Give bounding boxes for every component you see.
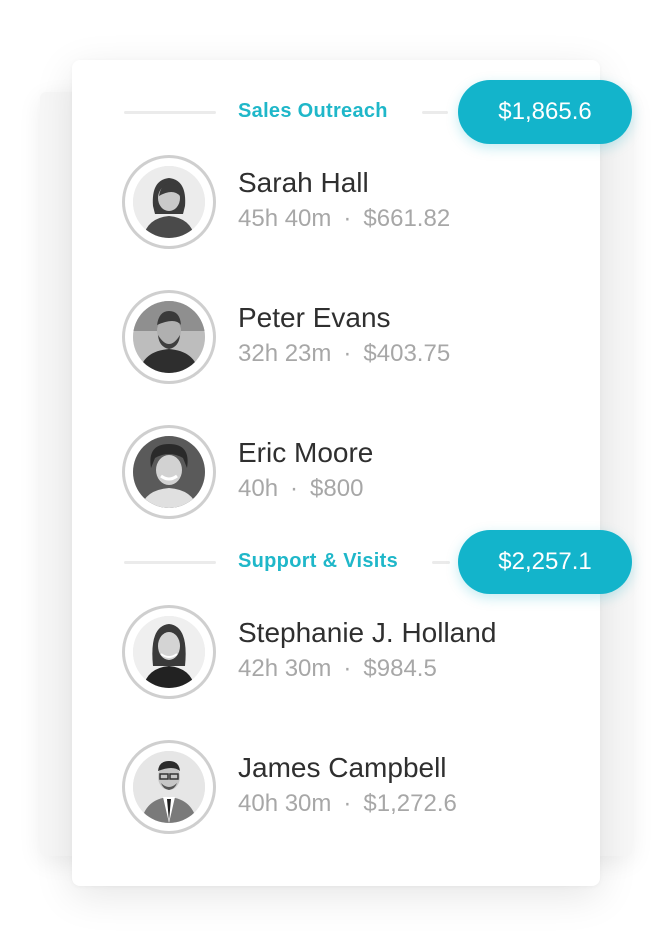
earned-amount: $800 (310, 475, 364, 502)
person-stats: 40h 30m · $1,272.6 (238, 790, 457, 818)
avatar-photo-icon (133, 751, 205, 823)
separator-dot: · (290, 475, 299, 502)
section-divider-right (422, 111, 448, 114)
section-divider-left (124, 561, 216, 564)
earned-amount: $403.75 (363, 340, 451, 367)
separator-dot: · (343, 205, 352, 232)
list-item-sarah-hall[interactable]: Sarah Hall 45h 40m · $661.82 (122, 155, 582, 249)
separator-dot: · (343, 790, 352, 817)
separator-dot: · (343, 655, 352, 682)
list-item-eric-moore[interactable]: Eric Moore 40h · $800 (122, 425, 582, 519)
hours-worked: 40h (238, 475, 279, 502)
earned-amount: $661.82 (363, 205, 451, 232)
section-header-support-visits: Support & Visits $2,257.1 (124, 530, 632, 594)
person-name: Sarah Hall (238, 167, 369, 198)
section-divider-left (124, 111, 216, 114)
section-divider-right (432, 561, 450, 564)
person-stats: 45h 40m · $661.82 (238, 205, 450, 233)
section-title: Support & Visits (238, 550, 399, 572)
hours-worked: 32h 23m (238, 340, 332, 367)
separator-dot: · (343, 340, 352, 367)
avatar (122, 425, 216, 519)
avatar (122, 155, 216, 249)
avatar-photo-icon (133, 301, 205, 373)
hours-worked: 45h 40m (238, 205, 332, 232)
avatar-photo-icon (133, 166, 205, 238)
person-stats: 40h · $800 (238, 475, 363, 503)
hours-worked: 40h 30m (238, 790, 332, 817)
section-title: Sales Outreach (238, 100, 388, 122)
person-name: Stephanie J. Holland (238, 617, 497, 648)
section-total-badge[interactable]: $2,257.1 (458, 530, 632, 594)
section-header-sales-outreach: Sales Outreach $1,865.6 (124, 80, 632, 144)
person-name: James Campbell (238, 752, 447, 783)
person-name: Eric Moore (238, 437, 374, 468)
person-stats: 32h 23m · $403.75 (238, 340, 450, 368)
earned-amount: $1,272.6 (363, 790, 457, 817)
hours-worked: 42h 30m (238, 655, 332, 682)
avatar (122, 605, 216, 699)
avatar (122, 290, 216, 384)
earned-amount: $984.5 (363, 655, 437, 682)
avatar-photo-icon (133, 616, 205, 688)
person-stats: 42h 30m · $984.5 (238, 655, 437, 683)
person-name: Peter Evans (238, 302, 391, 333)
avatar (122, 740, 216, 834)
list-item-james-campbell[interactable]: James Campbell 40h 30m · $1,272.6 (122, 740, 582, 834)
list-item-stephanie-holland[interactable]: Stephanie J. Holland 42h 30m · $984.5 (122, 605, 582, 699)
avatar-photo-icon (133, 436, 205, 508)
section-total-badge[interactable]: $1,865.6 (458, 80, 632, 144)
list-item-peter-evans[interactable]: Peter Evans 32h 23m · $403.75 (122, 290, 582, 384)
